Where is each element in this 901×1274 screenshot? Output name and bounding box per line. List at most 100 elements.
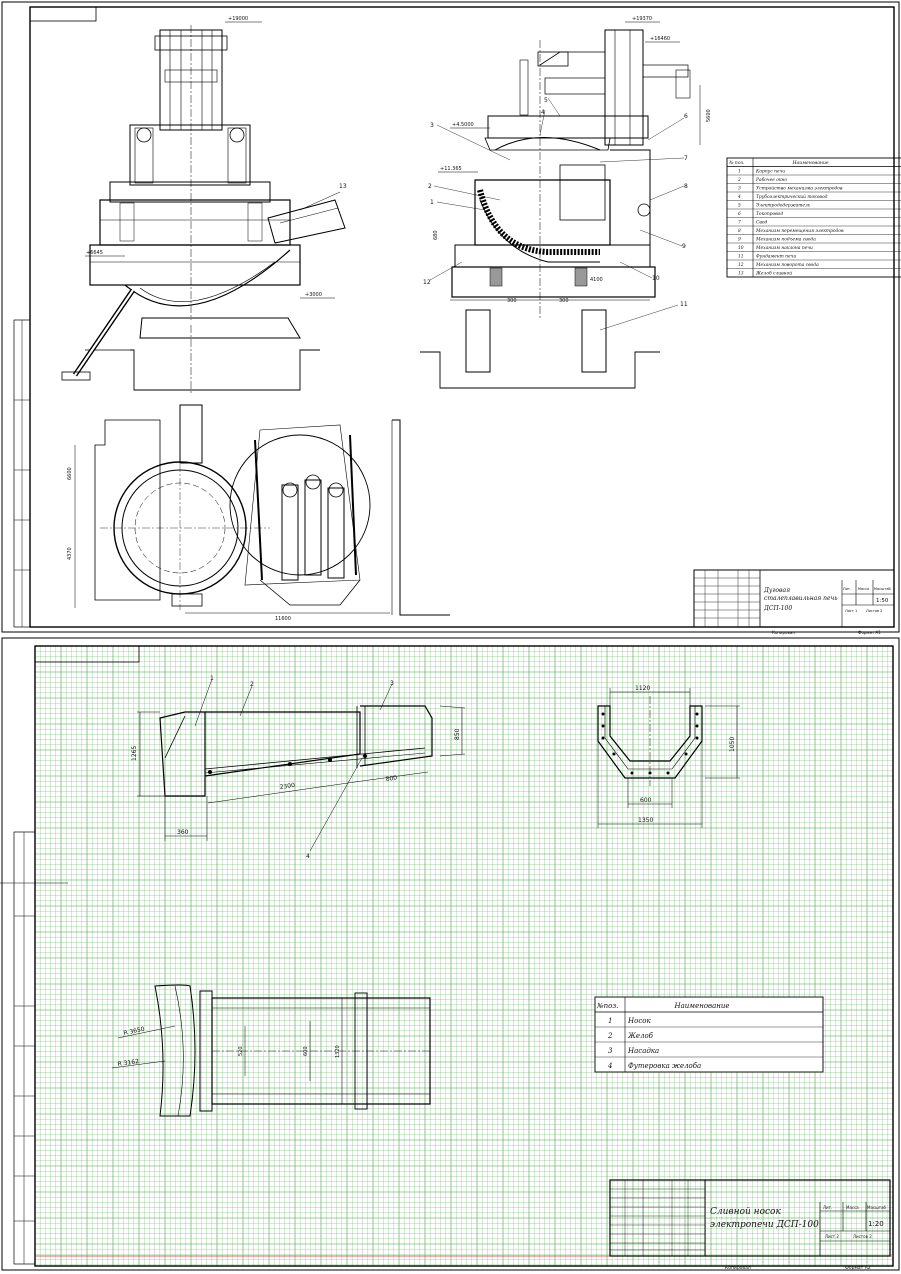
elev-left-base: +3000	[305, 292, 322, 298]
elev-right-shell: +11.365	[440, 166, 462, 172]
callout-s2-2: 2	[250, 681, 254, 688]
parts1-row-no: 6	[738, 212, 741, 217]
dim-1320: 1320	[335, 1045, 341, 1058]
title-line3-sheet1: ДСП-100	[763, 605, 792, 612]
callout-1: 1	[430, 199, 434, 206]
scale-sheet1: 1:50	[876, 598, 889, 604]
callout-s2-4: 4	[306, 853, 310, 860]
callout-10: 10	[652, 275, 660, 282]
parts1-row-name: Трубоэлектрический токовод	[756, 195, 828, 200]
parts1-row-no: 9	[738, 238, 741, 243]
dim-850: 850	[454, 728, 461, 740]
furnace-side-section: 300 300 4100 680 5600 +19370 +16460 +4.5…	[420, 16, 712, 389]
callout-9: 9	[682, 243, 686, 250]
elev-right-roof: +4.5000	[452, 122, 474, 128]
parts1-header-no: № поз.	[728, 160, 745, 166]
parts1-row-no: 10	[738, 246, 744, 251]
parts1-row-no: 1	[738, 170, 741, 175]
copied-label-sheet2: Копировал	[725, 1265, 751, 1271]
dim-600: 600	[640, 797, 652, 804]
furnace-front-elevation: +19000 +6645 +3000 13	[61, 16, 347, 395]
col-mass-sheet2: Масса	[846, 1205, 859, 1210]
dim-1050: 1050	[729, 737, 736, 752]
parts2-row-no: 4	[607, 1062, 612, 1070]
callout-11: 11	[680, 301, 688, 308]
title-line2-sheet1: сталеплавильная печь	[764, 595, 838, 602]
dim-r3162: R 3162	[117, 1058, 139, 1068]
dim-600-plan: 600	[303, 1046, 309, 1056]
parts2-header-no: №поз.	[596, 1002, 618, 1010]
parts1-header-name: Наименование	[792, 160, 829, 166]
plan-dim-v2: 4370	[67, 547, 73, 560]
parts-table-sheet2: №поз. Наименование 1 Носок 2 Желоб 3 Насадка 4 Фу…	[594, 996, 824, 1073]
title-line1-sheet2: Сливной носок	[710, 1207, 781, 1217]
callout-s2-1: 1	[210, 675, 214, 682]
format-label-sheet1: Формат А1	[858, 630, 881, 635]
parts2-row-no: 1	[608, 1017, 612, 1025]
callout-5: 5	[544, 97, 548, 104]
parts2-row-name: Футеровка желоба	[628, 1062, 701, 1070]
parts1-row-name: Корпус печи	[755, 170, 785, 175]
elev-right-top: +19370	[632, 16, 652, 22]
spout-side-view: 1265 850 2300 800 360 1 2 3 4	[131, 675, 466, 860]
parts1-row-no: 11	[738, 255, 744, 260]
parts2-row-name: Носок	[627, 1017, 651, 1025]
sheet-number-sheet2: Лист 2	[825, 1234, 839, 1239]
parts2-row-no: 2	[607, 1032, 613, 1040]
parts2-row-name: Желоб	[627, 1032, 654, 1040]
parts1-row-no: 7	[738, 221, 741, 226]
parts1-row-no: 13	[738, 272, 744, 277]
elev-left-mid: +6645	[86, 250, 103, 256]
dim-360: 360	[177, 829, 189, 836]
plan-dim-h: 11600	[275, 616, 291, 622]
callout-13: 13	[339, 183, 347, 190]
graph-paper-grid	[34, 645, 893, 1266]
sheet1-drawing: +19000 +6645 +3000 13 300 300 4100 680 5…	[1, 1, 901, 635]
scale-sheet2: 1:20	[868, 1220, 884, 1228]
col-lit-sheet1: Лит.	[843, 587, 851, 591]
title-line1-sheet1: Дуговая	[763, 587, 790, 594]
elev-right-top2: +16460	[650, 36, 670, 42]
parts1-row-name: Механизм поворота свода	[755, 263, 819, 268]
sheet1-margin-strip	[13, 319, 31, 628]
callout-2: 2	[428, 183, 432, 190]
parts1-row-no: 2	[737, 178, 741, 183]
sheet-count-sheet1: Листов 2	[866, 609, 882, 613]
parts1-row-name: Желоб сливной	[755, 272, 792, 277]
parts1-row-name: Электрододержатель	[756, 204, 811, 209]
spout-cross-section: 1120 1050 600 1350	[597, 685, 740, 828]
dim-2300: 2300	[279, 782, 295, 791]
parts2-row-name: Насадка	[627, 1047, 659, 1055]
callout-12: 12	[423, 279, 431, 286]
dim-1350: 1350	[638, 817, 653, 824]
parts1-row-no: 5	[738, 204, 741, 209]
parts1-row-no: 4	[737, 195, 741, 200]
parts-table-sheet1: № поз. Наименование 1 Корпус печи 2 Рабочее о…	[726, 157, 901, 278]
title-block-sheet1: Дуговая сталеплавильная печь ДСП-100 Лит…	[693, 569, 895, 635]
dim-1265: 1265	[131, 746, 138, 761]
col-scale-sheet1: Масштаб	[874, 587, 891, 591]
dim-base-3: 4100	[590, 277, 603, 283]
title-line2-sheet2: электропечи ДСП-100	[710, 1220, 819, 1230]
parts2-header-name: Наименование	[674, 1002, 730, 1010]
copied-label-sheet1: Копировал	[772, 630, 795, 635]
title-block-sheet2: Сливной носок электропечи ДСП-100 Лит. М…	[609, 1179, 891, 1271]
parts1-row-name: Механизм наклона печи	[755, 246, 813, 251]
parts1-row-name: Фундамент печи	[756, 255, 796, 260]
parts1-row-name: Свод	[756, 221, 768, 226]
callout-3: 3	[430, 122, 434, 129]
parts1-row-no: 8	[738, 229, 741, 234]
col-lit-sheet2: Лит.	[823, 1205, 832, 1210]
parts1-row-name: Устройство механизма электродов	[756, 187, 843, 192]
dim-r3650: R 3650	[123, 1026, 146, 1037]
drawing-sheet-2: 1265 850 2300 800 360 1 2 3 4 1120 1050 …	[0, 636, 901, 1274]
col-mass-sheet1: Масса	[858, 587, 869, 591]
parts1-row-name: Механизм подъема свода	[755, 238, 816, 243]
dim-left-small: 680	[433, 230, 439, 240]
callout-s2-3: 3	[390, 680, 394, 687]
dim-800: 800	[385, 774, 397, 783]
callout-6: 6	[684, 113, 688, 120]
plan-dim-v1: 6600	[67, 467, 73, 480]
drawing-sheet-1: +19000 +6645 +3000 13 300 300 4100 680 5…	[0, 0, 901, 636]
callout-8: 8	[684, 183, 688, 190]
